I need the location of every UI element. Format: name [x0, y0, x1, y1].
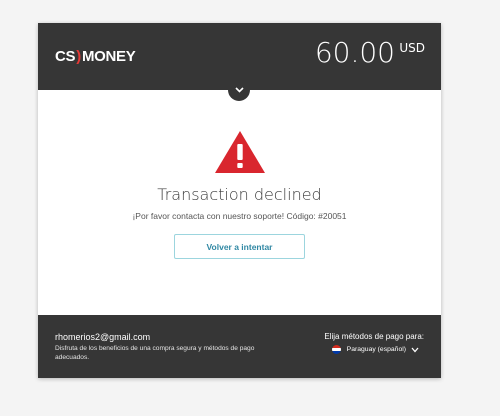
csmoney-logo: CS) MONEY: [55, 47, 136, 65]
amount: 60.00: [314, 36, 395, 69]
logo-text-right: MONEY: [81, 47, 136, 65]
footer: rhomerios2@gmail.com Disfruta de los ben…: [38, 315, 441, 378]
main-content: Transaction declined ¡Por favor contacta…: [38, 90, 441, 315]
chevron-down-icon: [411, 347, 419, 352]
country-selector[interactable]: Paraguay (español): [331, 345, 419, 354]
payment-methods-label: Elija métodos de pago para:: [324, 332, 424, 341]
footer-description: Disfruta de los beneficios de una compra…: [55, 345, 255, 361]
country-label: Paraguay (español): [346, 346, 406, 353]
user-email: rhomerios2@gmail.com: [55, 332, 151, 342]
status-title: Transaction declined: [157, 185, 322, 204]
retry-button[interactable]: Volver a intentar: [174, 234, 305, 259]
currency: USD: [399, 41, 425, 55]
logo-mark: ): [76, 47, 81, 65]
payment-card: CS) MONEY 60.00 USD Transaction declined …: [38, 23, 441, 378]
logo-text-left: CS: [55, 47, 76, 65]
status-message: ¡Por favor contacta con nuestro soporte!…: [132, 211, 347, 221]
flag-icon: [331, 345, 341, 354]
warning-icon: [215, 131, 265, 173]
